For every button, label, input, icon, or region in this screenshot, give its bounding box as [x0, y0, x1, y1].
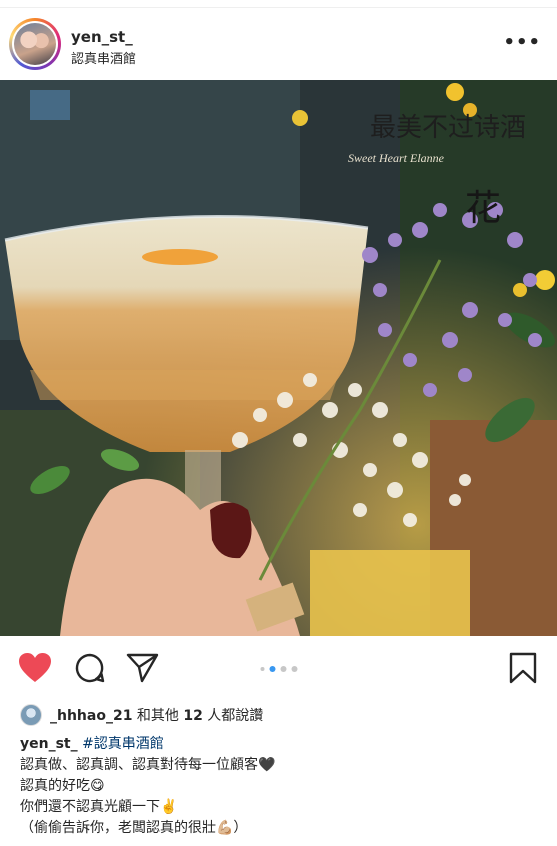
heart-icon[interactable] — [18, 652, 52, 684]
likes-connector: 和其他 — [132, 708, 184, 724]
likes-row[interactable]: _hhhao_21 和其他 12 人都說讚 — [20, 703, 263, 727]
watermark-title: 最美不过诗酒 — [370, 113, 526, 143]
post-caption: yen_st_ #認真串酒館 認真做、認真調、認真對待每一位顧客🖤 認真的好吃😋… — [20, 734, 540, 839]
story-ring[interactable] — [9, 18, 61, 70]
likes-count[interactable]: 12 — [183, 708, 202, 724]
caption-line: 認真做、認真調、認真對待每一位顧客🖤 — [20, 757, 276, 773]
post-username[interactable]: yen_st_ — [71, 28, 133, 46]
carousel-dots — [260, 666, 297, 672]
cocktail-photo: 最美不过诗酒 Sweet Heart Elanne 花 — [0, 80, 557, 636]
caption-line: 認真的好吃😋 — [20, 778, 105, 794]
caption-line: （偷偷告訴你，老闆認真的很壯💪🏼） — [20, 820, 248, 836]
carousel-dot-active — [269, 666, 275, 672]
action-bar — [0, 636, 557, 702]
post-photo[interactable]: 最美不过诗酒 Sweet Heart Elanne 花 — [0, 80, 557, 636]
comment-icon[interactable] — [74, 652, 106, 684]
likes-suffix: 人都說讚 — [202, 708, 264, 724]
liker-avatar[interactable] — [20, 704, 42, 726]
carousel-dot — [291, 666, 297, 672]
caption-username[interactable]: yen_st_ — [20, 736, 78, 752]
watermark-sub: Sweet Heart Elanne — [348, 151, 445, 165]
status-strip — [0, 0, 557, 8]
carousel-dot — [260, 667, 264, 671]
liker-username[interactable]: _hhhao_21 — [50, 708, 132, 724]
post-location[interactable]: 認真串酒館 — [71, 48, 136, 67]
caption-hashtag[interactable]: #認真串酒館 — [82, 736, 164, 752]
watermark-char: 花 — [465, 188, 501, 229]
bookmark-icon[interactable] — [508, 652, 538, 684]
caption-line: 你們還不認真光顧一下✌️ — [20, 799, 178, 815]
post-header: yen_st_ 認真串酒館 ••• — [0, 8, 557, 80]
share-icon[interactable] — [126, 652, 160, 684]
carousel-dot — [280, 666, 286, 672]
avatar[interactable] — [14, 23, 56, 65]
likes-text[interactable]: _hhhao_21 和其他 12 人都說讚 — [50, 705, 263, 725]
more-options-icon[interactable]: ••• — [503, 32, 541, 53]
